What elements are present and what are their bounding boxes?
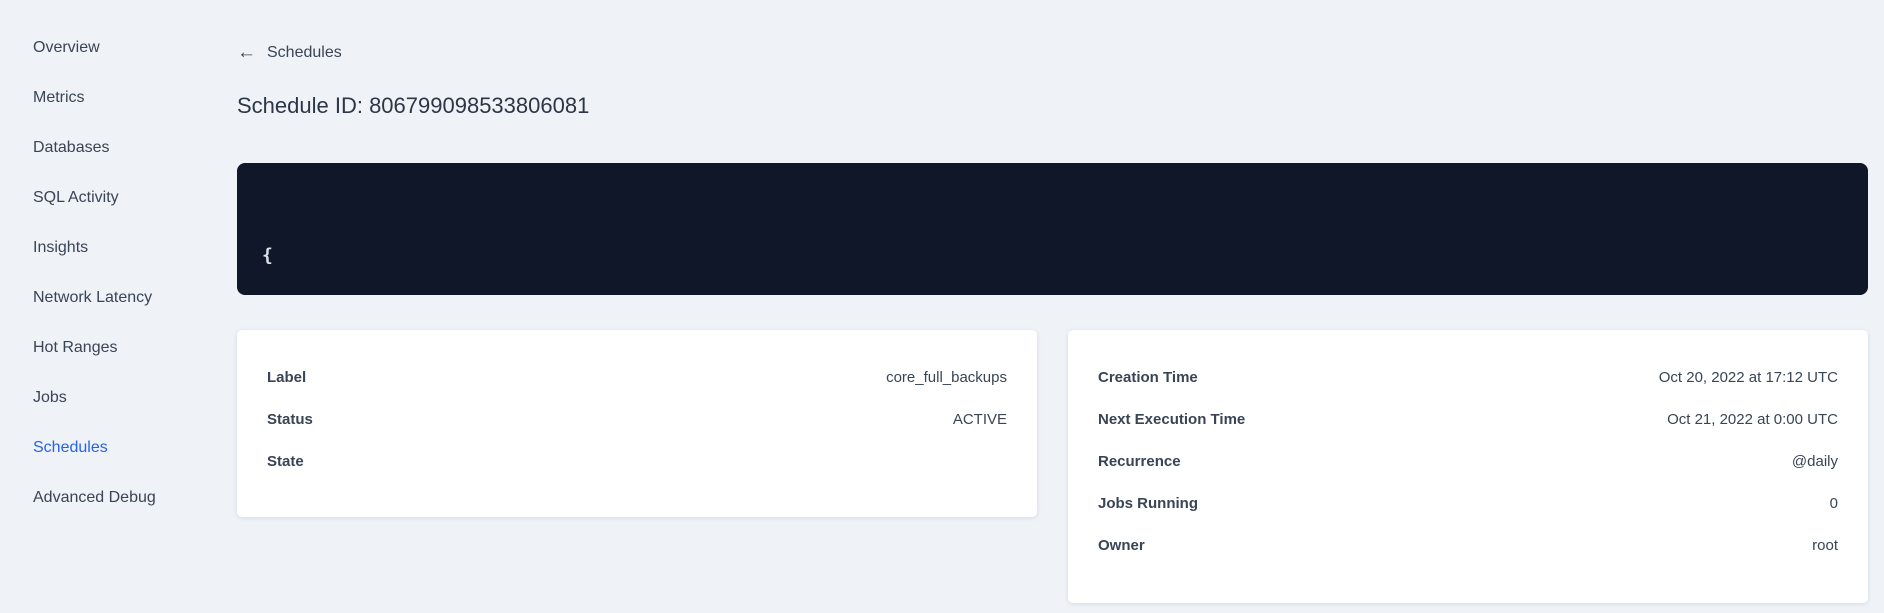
detail-label: Next Execution Time xyxy=(1098,410,1246,428)
main-content: ← Schedules Schedule ID: 806799098533806… xyxy=(237,0,1868,603)
detail-row: Jobs Running 0 xyxy=(1098,482,1838,524)
sidebar-item-schedules[interactable]: Schedules xyxy=(33,423,108,473)
sidebar-item-jobs[interactable]: Jobs xyxy=(33,373,67,423)
code-line: { xyxy=(262,245,273,266)
sidebar-item-network-latency[interactable]: Network Latency xyxy=(33,273,152,323)
detail-cards: Label core_full_backups Status ACTIVE St… xyxy=(237,330,1868,603)
detail-label: Jobs Running xyxy=(1098,494,1198,512)
schedule-details-card: Label core_full_backups Status ACTIVE St… xyxy=(237,330,1037,517)
detail-row: Label core_full_backups xyxy=(267,356,1007,398)
detail-value: Oct 21, 2022 at 0:00 UTC xyxy=(1667,410,1838,428)
detail-label: Creation Time xyxy=(1098,368,1198,386)
detail-label: Label xyxy=(267,368,307,386)
detail-value: @daily xyxy=(1791,452,1838,470)
detail-value: ACTIVE xyxy=(952,410,1007,428)
detail-row: State xyxy=(267,440,1007,482)
sidebar-item-insights[interactable]: Insights xyxy=(33,223,88,273)
detail-label: State xyxy=(267,452,304,470)
sidebar-item-metrics[interactable]: Metrics xyxy=(33,73,85,123)
sidebar-nav-list: Overview Metrics Databases SQL Activity … xyxy=(0,0,237,523)
page-title: Schedule ID: 806799098533806081 xyxy=(237,93,590,118)
sidebar-item-hot-ranges[interactable]: Hot Ranges xyxy=(33,323,118,373)
back-arrow-icon: ← xyxy=(237,41,256,63)
sidebar-item-advanced-debug[interactable]: Advanced Debug xyxy=(33,473,156,523)
schedule-execution-card: Creation Time Oct 20, 2022 at 17:12 UTC … xyxy=(1068,330,1868,603)
detail-value: core_full_backups xyxy=(886,368,1007,386)
detail-value: Oct 20, 2022 at 17:12 UTC xyxy=(1658,368,1838,386)
detail-row: Creation Time Oct 20, 2022 at 17:12 UTC xyxy=(1098,356,1838,398)
sidebar-item-sql-activity[interactable]: SQL Activity xyxy=(33,173,119,223)
back-link-schedules[interactable]: ← Schedules xyxy=(237,43,342,63)
detail-label: Status xyxy=(267,410,313,428)
detail-row: Status ACTIVE xyxy=(267,398,1007,440)
detail-row: Next Execution Time Oct 21, 2022 at 0:00… xyxy=(1098,398,1838,440)
sidebar-item-databases[interactable]: Databases xyxy=(33,123,110,173)
sidebar-item-overview[interactable]: Overview xyxy=(33,23,100,73)
detail-label: Recurrence xyxy=(1098,452,1181,470)
detail-value: 0 xyxy=(1829,494,1838,512)
back-link-label: Schedules xyxy=(267,44,342,61)
detail-row: Recurrence @daily xyxy=(1098,440,1838,482)
detail-row: Owner root xyxy=(1098,524,1838,566)
detail-label: Owner xyxy=(1098,536,1145,554)
schedule-definition-code-block: { "backup_statement": "BACKUP INTO 's3:/… xyxy=(237,163,1868,295)
sidebar: Overview Metrics Databases SQL Activity … xyxy=(0,0,237,613)
detail-value: root xyxy=(1812,536,1838,554)
